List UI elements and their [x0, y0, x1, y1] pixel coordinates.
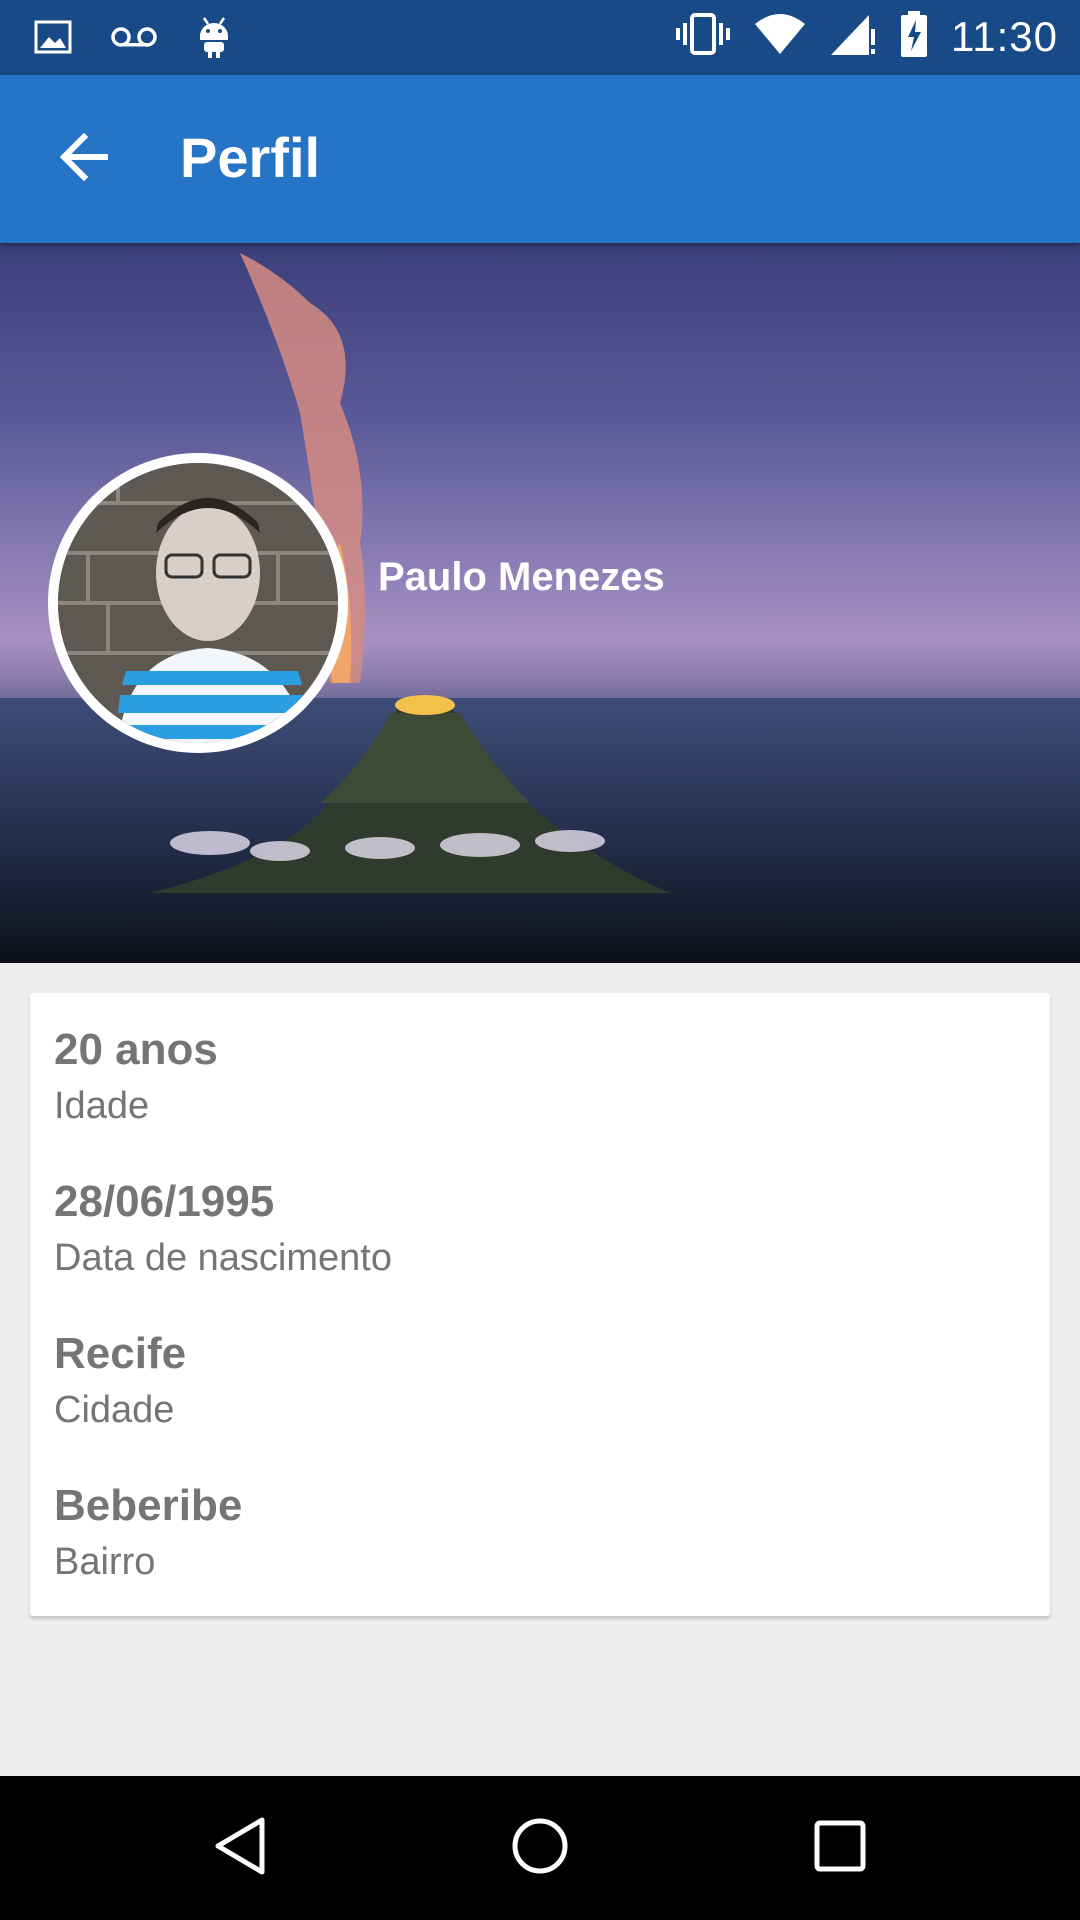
- nav-home-button[interactable]: [500, 1808, 580, 1888]
- wifi-icon: [753, 12, 807, 61]
- back-button[interactable]: [40, 119, 130, 199]
- info-value: 28/06/1995: [54, 1177, 275, 1226]
- vibrate-icon: [675, 11, 731, 62]
- info-label: Idade: [54, 1085, 150, 1127]
- home-circle-icon: [510, 1816, 570, 1881]
- avatar[interactable]: [48, 453, 348, 753]
- info-label: Bairro: [54, 1541, 156, 1583]
- status-bar: 11:30: [0, 0, 1080, 75]
- info-neighborhood: Beberibe Bairro: [54, 1481, 242, 1584]
- back-triangle-icon: [212, 1816, 268, 1881]
- page-title: Perfil: [180, 126, 321, 189]
- info-value: 20 anos: [54, 1025, 218, 1074]
- battery-charging-icon: [899, 10, 929, 63]
- profile-header: Paulo Menezes: [0, 243, 1080, 963]
- voicemail-icon: [110, 25, 158, 54]
- profile-name: Paulo Menezes: [378, 555, 665, 599]
- navigation-bar: [0, 1776, 1080, 1920]
- info-card: 20 anos Idade 28/06/1995 Data de nascime…: [30, 993, 1050, 1616]
- info-value: Recife: [54, 1329, 187, 1378]
- info-label: Data de nascimento: [54, 1237, 392, 1279]
- nav-back-button[interactable]: [200, 1808, 280, 1888]
- image-icon: [34, 20, 72, 59]
- info-label: Cidade: [54, 1389, 175, 1431]
- recents-square-icon: [812, 1818, 868, 1879]
- signal-icon: [829, 11, 877, 62]
- android-icon: [196, 14, 232, 65]
- nav-recents-button[interactable]: [800, 1808, 880, 1888]
- avatar-photo: [58, 463, 338, 743]
- info-city: Recife Cidade: [54, 1329, 186, 1432]
- app-bar: Perfil: [0, 75, 1080, 243]
- arrow-back-icon: [58, 132, 112, 186]
- status-time: 11:30: [951, 12, 1058, 60]
- info-birthdate: 28/06/1995 Data de nascimento: [54, 1177, 392, 1280]
- info-value: Beberibe: [54, 1481, 243, 1530]
- info-age: 20 anos Idade: [54, 1025, 218, 1128]
